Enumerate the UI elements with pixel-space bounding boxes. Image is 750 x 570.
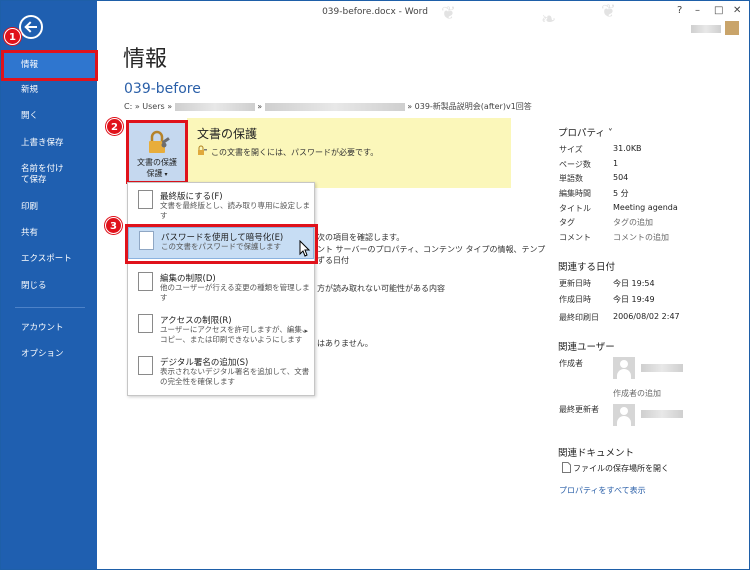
window-title: 039-before.docx - Word <box>322 7 428 17</box>
date-label: 更新日時 <box>559 279 591 288</box>
sidebar-item-options[interactable]: オプション <box>1 349 97 360</box>
date-value: 今日 19:54 <box>613 279 655 288</box>
path-blurred-segment <box>264 102 405 111</box>
callout-badge-2: 2 <box>106 118 123 135</box>
mouse-cursor-icon <box>299 240 311 257</box>
document-lock-icon <box>138 272 153 291</box>
highlight-info <box>1 50 98 81</box>
date-value: 今日 19:49 <box>613 295 655 304</box>
path-end: » 039-新製品説明会(after)v1回答 <box>407 102 532 111</box>
lock-key-icon <box>198 145 207 155</box>
inspect-text: ずる日付 <box>317 256 349 265</box>
inspect-text: 次の項目を確認します。 <box>317 233 405 242</box>
author-name-blurred <box>641 364 683 372</box>
prop-label: 単語数 <box>559 174 583 183</box>
sidebar-item-account[interactable]: アカウント <box>1 323 97 334</box>
sidebar-item-save-as[interactable]: 名前を付けて保存 <box>1 164 71 186</box>
last-modified-name-blurred <box>641 410 683 418</box>
highlight-encrypt-item <box>125 224 318 264</box>
sidebar-divider <box>15 307 85 308</box>
callout-badge-1: 1 <box>4 28 21 45</box>
properties-header[interactable]: プロパティ ˅ <box>558 125 613 139</box>
menu-item-digital-signature[interactable]: デジタル署名の追加(S) 表示されないデジタル署名を追加して、文書の完全性を確保… <box>128 353 314 393</box>
submenu-arrow-icon: ▸ <box>304 327 308 335</box>
sidebar-item-open[interactable]: 開く <box>1 111 97 122</box>
sidebar-item-share[interactable]: 共有 <box>1 228 97 239</box>
prop-label: コメント <box>559 233 591 242</box>
protect-document-menu: 最終版にする(F) 文書を最終版とし、読み取り専用に設定します パスワードを使用… <box>127 182 315 396</box>
related-people-header: 関連ユーザー <box>558 342 615 353</box>
last-modified-label: 最終更新者 <box>559 405 599 414</box>
document-no-entry-icon <box>138 314 153 333</box>
prop-label: ページ数 <box>559 160 591 169</box>
restore-button[interactable]: □ <box>714 5 723 16</box>
sidebar-item-export[interactable]: エクスポート <box>1 254 97 265</box>
account-name-blurred[interactable] <box>691 25 721 33</box>
path-blurred-segment <box>174 102 255 111</box>
prop-value: 31.0KB <box>613 144 642 153</box>
date-label: 最終印刷日 <box>559 313 599 322</box>
page-title: 情報 <box>123 47 168 72</box>
prop-value: 5 分 <box>613 189 629 198</box>
add-comment-field[interactable]: コメントの追加 <box>613 232 669 243</box>
document-ribbon-icon <box>138 190 153 209</box>
menu-item-desc: 表示されないデジタル署名を追加して、文書の完全性を確保します <box>160 367 310 386</box>
sidebar-item-close[interactable]: 閉じる <box>1 281 97 292</box>
path-start: C: » Users » <box>124 102 173 111</box>
help-button[interactable]: ? <box>677 5 682 16</box>
document-path: C: » Users » » » 039-新製品説明会(after)v1回答 <box>124 101 532 112</box>
backstage-sidebar: 情報 新規 開く 上書き保存 名前を付けて保存 印刷 共有 エクスポート 閉じる… <box>1 1 97 569</box>
sidebar-item-print[interactable]: 印刷 <box>1 202 97 213</box>
menu-item-restrict-editing[interactable]: 編集の制限(D) 他のユーザーが行える変更の種類を管理します <box>128 269 314 309</box>
back-arrow-icon[interactable] <box>19 15 43 39</box>
close-button[interactable]: ✕ <box>733 5 741 16</box>
highlight-protect-button <box>126 120 188 184</box>
prop-value: 504 <box>613 173 629 182</box>
menu-item-mark-final[interactable]: 最終版にする(F) 文書を最終版とし、読み取り専用に設定します <box>128 187 314 227</box>
prop-value: 1 <box>613 159 619 168</box>
prop-label: サイズ <box>559 145 583 154</box>
account-avatar[interactable] <box>725 21 739 35</box>
minimize-button[interactable]: – <box>695 5 700 16</box>
date-label: 作成日時 <box>559 295 591 304</box>
protect-description: この文書を開くには、パスワードが必要です。 <box>211 148 379 157</box>
callout-badge-3: 3 <box>105 217 122 234</box>
prop-label: タグ <box>559 218 575 227</box>
prop-label: 編集時間 <box>559 189 591 198</box>
versions-text: はありません。 <box>317 339 373 348</box>
prop-title-value[interactable]: Meeting agenda <box>613 203 678 212</box>
show-all-properties-link[interactable]: プロパティをすべて表示 <box>559 485 646 496</box>
date-value: 2006/08/02 2:47 <box>613 312 680 321</box>
related-documents-header: 関連ドキュメント <box>558 448 635 459</box>
sidebar-item-save[interactable]: 上書き保存 <box>1 138 97 149</box>
add-tag-field[interactable]: タグの追加 <box>613 217 653 228</box>
sidebar-item-new[interactable]: 新規 <box>1 85 97 96</box>
protect-title: 文書の保護 <box>197 127 258 141</box>
document-signature-icon <box>138 356 153 375</box>
last-modified-avatar <box>613 404 635 426</box>
related-dates-header: 関連する日付 <box>558 262 616 273</box>
menu-item-desc: ユーザーにアクセスを許可しますが、編集、コピー、または印刷できないようにします <box>160 325 310 344</box>
menu-item-desc: 文書を最終版とし、読み取り専用に設定します <box>160 201 310 220</box>
menu-item-desc: 他のユーザーが行える変更の種類を管理します <box>160 283 310 302</box>
inspect-text: ント サーバーのプロパティ、コンテンツ タイプの情報、テンプ <box>317 245 546 254</box>
prop-label: タイトル <box>559 204 591 213</box>
author-avatar <box>613 357 635 379</box>
compat-text: 方が読み取れない可能性がある内容 <box>317 284 445 293</box>
open-file-location-link[interactable]: ファイルの保存場所を開く <box>573 463 669 474</box>
author-label: 作成者 <box>559 359 583 368</box>
word-window: ❦ ❧ ❦ 039-before.docx - Word ? – □ ✕ 情報 … <box>0 0 750 570</box>
menu-item-restrict-access[interactable]: アクセスの制限(R) ユーザーにアクセスを許可しますが、編集、コピー、または印刷… <box>128 311 314 353</box>
file-icon <box>562 462 571 473</box>
document-name: 039-before <box>124 81 201 97</box>
add-author-link[interactable]: 作成者の追加 <box>613 388 661 399</box>
path-separator: » <box>257 102 263 111</box>
